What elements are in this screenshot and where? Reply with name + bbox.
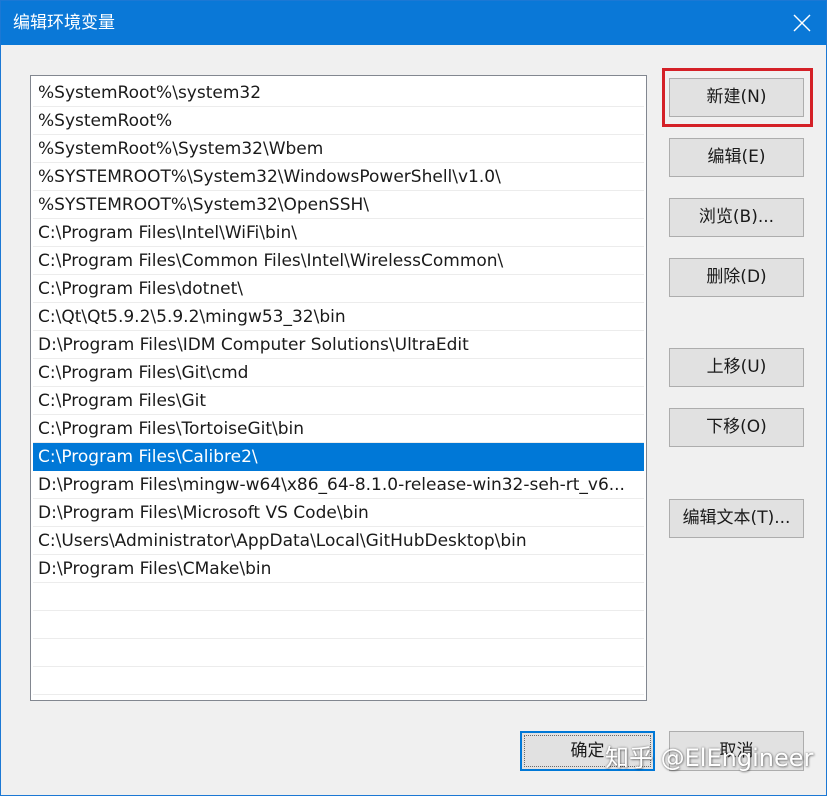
path-list[interactable]: %SystemRoot%\system32 %SystemRoot% %System… — [30, 75, 647, 701]
ok-button-focus-ring — [524, 735, 651, 767]
list-item[interactable]: %SYSTEMROOT%\System32\WindowsPowerShell\… — [33, 163, 644, 191]
list-item[interactable]: C:\Program Files\TortoiseGit\bin — [33, 415, 644, 443]
browse-button[interactable]: 浏览(B)... — [669, 198, 804, 237]
close-icon — [793, 14, 811, 32]
list-item[interactable]: C:\Program Files\dotnet\ — [33, 275, 644, 303]
cancel-button[interactable]: 取消 — [669, 731, 804, 771]
ok-button[interactable]: 确定 — [520, 731, 655, 771]
delete-button[interactable]: 删除(D) — [669, 258, 804, 297]
edit-text-button[interactable]: 编辑文本(T)... — [669, 499, 804, 538]
list-item[interactable]: D:\Program Files\IDM Computer Solutions\… — [33, 331, 644, 359]
list-item[interactable]: C:\Program Files\Calibre2\ — [33, 443, 644, 471]
list-item[interactable]: C:\Users\Administrator\AppData\Local\Git… — [33, 527, 644, 555]
move-up-button[interactable]: 上移(U) — [669, 348, 804, 387]
list-item[interactable]: %SYSTEMROOT%\System32\OpenSSH\ — [33, 191, 644, 219]
list-item[interactable]: C:\Program Files\Git — [33, 387, 644, 415]
list-item[interactable]: D:\Program Files\CMake\bin — [33, 555, 644, 583]
empty-list-row[interactable] — [33, 639, 644, 667]
edit-button[interactable]: 编辑(E) — [669, 138, 804, 177]
title-bar: 编辑环境变量 — [1, 1, 826, 45]
list-item[interactable]: C:\Program Files\Intel\WiFi\bin\ — [33, 219, 644, 247]
new-button[interactable]: 新建(N) — [669, 78, 804, 117]
edit-env-var-dialog: 编辑环境变量 %SystemRoot%\system32 %SystemRoot%… — [0, 0, 827, 796]
empty-list-row[interactable] — [33, 583, 644, 611]
empty-list-row[interactable] — [33, 611, 644, 639]
list-item[interactable]: %SystemRoot% — [33, 107, 644, 135]
list-item[interactable]: C:\Program Files\Common Files\Intel\Wire… — [33, 247, 644, 275]
list-item[interactable]: C:\Qt\Qt5.9.2\5.9.2\mingw53_32\bin — [33, 303, 644, 331]
list-item[interactable]: C:\Program Files\Git\cmd — [33, 359, 644, 387]
list-item[interactable]: %SystemRoot%\system32 — [33, 79, 644, 107]
close-button[interactable] — [778, 1, 826, 45]
window-title: 编辑环境变量 — [13, 13, 115, 33]
list-item[interactable]: %SystemRoot%\System32\Wbem — [33, 135, 644, 163]
move-down-button[interactable]: 下移(O) — [669, 408, 804, 447]
list-item[interactable]: D:\Program Files\mingw-w64\x86_64-8.1.0-… — [33, 471, 644, 499]
empty-list-row[interactable] — [33, 667, 644, 695]
list-item[interactable]: D:\Program Files\Microsoft VS Code\bin — [33, 499, 644, 527]
